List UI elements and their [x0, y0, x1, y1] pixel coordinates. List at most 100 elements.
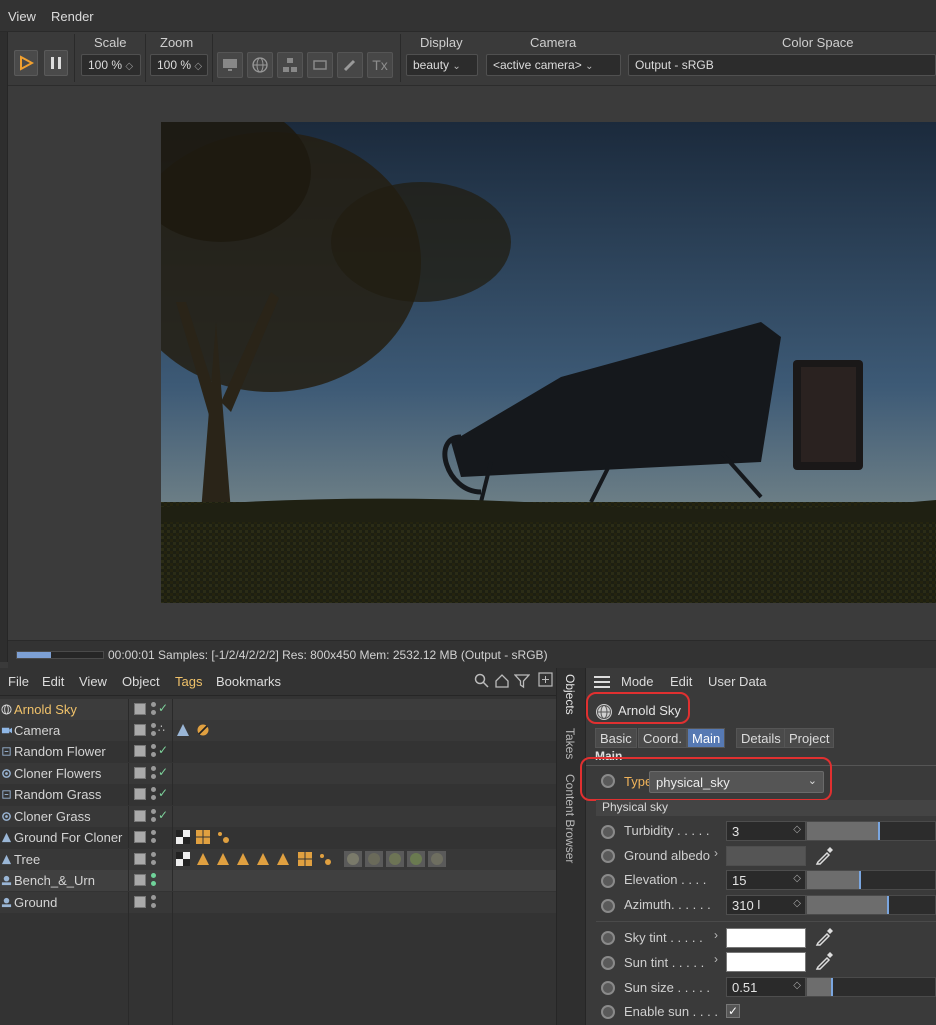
- selection-tag-icon[interactable]: [236, 852, 250, 866]
- home-icon[interactable]: [494, 673, 510, 689]
- turbidity-field[interactable]: 3 ◇: [726, 821, 806, 841]
- menu-view[interactable]: View: [8, 9, 36, 24]
- visibility-dots[interactable]: [151, 744, 157, 759]
- material-tag-icon[interactable]: [428, 851, 446, 867]
- table-row[interactable]: Ground For Cloner: [0, 827, 556, 848]
- selection-tag-icon[interactable]: [216, 852, 230, 866]
- tab-basic[interactable]: Basic: [595, 728, 637, 748]
- objmenu-view[interactable]: View: [79, 674, 107, 689]
- keyframe-radio[interactable]: [601, 931, 615, 945]
- colorspace-dropdown[interactable]: Output - sRGB: [628, 54, 936, 76]
- expand-arrow-icon[interactable]: ›: [714, 846, 718, 860]
- globe-icon[interactable]: [247, 52, 273, 78]
- tx-icon[interactable]: Tx: [367, 52, 393, 78]
- visibility-dots[interactable]: [151, 723, 157, 738]
- visibility-dots[interactable]: [151, 809, 157, 824]
- uvw-tag-icon[interactable]: [196, 830, 210, 844]
- keyframe-radio[interactable]: [601, 981, 615, 995]
- search-icon[interactable]: [474, 673, 490, 689]
- material-tag-icon[interactable]: [365, 851, 383, 867]
- azimuth-slider[interactable]: [806, 895, 936, 915]
- keyframe-radio[interactable]: [601, 874, 615, 888]
- table-row[interactable]: Camera ∴: [0, 720, 556, 741]
- play-button[interactable]: [14, 50, 38, 76]
- hamburger-icon[interactable]: [594, 675, 610, 689]
- table-row[interactable]: Random Grass ✓: [0, 784, 556, 805]
- elevation-slider[interactable]: [806, 870, 936, 890]
- layer-icon[interactable]: [134, 896, 146, 908]
- layer-icon[interactable]: [134, 788, 146, 800]
- visibility-dots[interactable]: [151, 787, 157, 802]
- keyframe-radio[interactable]: [601, 849, 615, 863]
- arnold-tag-icon[interactable]: [176, 723, 190, 737]
- visibility-dots[interactable]: [151, 895, 157, 910]
- visibility-dots[interactable]: [151, 830, 157, 845]
- objmenu-bookmarks[interactable]: Bookmarks: [216, 674, 281, 689]
- expand-arrow-icon[interactable]: ›: [714, 952, 718, 966]
- enabled-check-icon[interactable]: ✓: [158, 765, 168, 779]
- checker-material-tag-icon[interactable]: [176, 830, 190, 844]
- picker-icon[interactable]: [337, 52, 363, 78]
- sun-size-field[interactable]: 0.51 ◇: [726, 977, 806, 997]
- tab-main[interactable]: Main: [687, 728, 726, 748]
- selection-tag-icon[interactable]: [196, 852, 210, 866]
- selection-tag-icon[interactable]: [276, 852, 290, 866]
- layer-icon[interactable]: [134, 810, 146, 822]
- visibility-dots[interactable]: [151, 702, 157, 717]
- hierarchy-icon[interactable]: [277, 52, 303, 78]
- enabled-check-icon[interactable]: ✓: [158, 808, 168, 822]
- material-tag-icon[interactable]: [407, 851, 425, 867]
- selection-tag-icon[interactable]: [318, 852, 332, 866]
- monitor-icon[interactable]: [217, 52, 243, 78]
- layer-icon[interactable]: [134, 767, 146, 779]
- table-row[interactable]: Ground: [0, 892, 556, 913]
- enable-sun-checkbox[interactable]: ✓: [726, 1004, 740, 1018]
- azimuth-field[interactable]: 310 I ◇: [726, 895, 806, 915]
- eyedropper-icon[interactable]: [814, 951, 834, 971]
- keyframe-radio[interactable]: [601, 899, 615, 913]
- table-row[interactable]: Tree: [0, 849, 556, 870]
- attr-menu-edit[interactable]: Edit: [670, 674, 692, 689]
- keyframe-radio[interactable]: [601, 1005, 615, 1019]
- material-tag-icon[interactable]: [386, 851, 404, 867]
- eyedropper-icon[interactable]: [814, 846, 834, 866]
- enabled-check-icon[interactable]: ✓: [158, 743, 168, 757]
- zoom-field[interactable]: 100 % ◇: [150, 54, 208, 76]
- tab-details[interactable]: Details: [736, 728, 786, 748]
- add-icon[interactable]: [538, 672, 554, 688]
- sun-tint-color[interactable]: [726, 952, 806, 972]
- objmenu-object[interactable]: Object: [122, 674, 160, 689]
- checker-material-tag-icon[interactable]: [176, 852, 190, 866]
- attr-menu-mode[interactable]: Mode: [621, 674, 654, 689]
- enabled-check-icon[interactable]: ✓: [158, 701, 168, 715]
- tab-coord[interactable]: Coord.: [638, 728, 688, 748]
- uvw-tag-icon[interactable]: [298, 852, 312, 866]
- keyframe-radio[interactable]: [601, 956, 615, 970]
- table-row[interactable]: Bench_&_Urn: [0, 870, 556, 891]
- target-tag-icon[interactable]: ∴: [158, 722, 165, 735]
- tab-takes[interactable]: Takes: [563, 728, 577, 759]
- table-row[interactable]: Random Flower ✓: [0, 741, 556, 762]
- sun-size-slider[interactable]: [806, 977, 936, 997]
- scale-field[interactable]: 100 % ◇: [81, 54, 141, 76]
- visibility-dots[interactable]: [151, 766, 157, 781]
- elevation-field[interactable]: 15 ◇: [726, 870, 806, 890]
- tab-objects[interactable]: Objects: [563, 674, 577, 715]
- layer-icon[interactable]: [134, 853, 146, 865]
- expand-arrow-icon[interactable]: ›: [714, 928, 718, 942]
- turbidity-slider[interactable]: [806, 821, 936, 841]
- layer-icon[interactable]: [134, 703, 146, 715]
- sky-tint-color[interactable]: [726, 928, 806, 948]
- visibility-dots[interactable]: [151, 852, 157, 867]
- selection-tag-icon[interactable]: [256, 852, 270, 866]
- keyframe-radio[interactable]: [601, 825, 615, 839]
- layer-icon[interactable]: [134, 874, 146, 886]
- enabled-check-icon[interactable]: ✓: [158, 786, 168, 800]
- table-row[interactable]: Cloner Flowers ✓: [0, 763, 556, 784]
- layer-icon[interactable]: [134, 831, 146, 843]
- filter-icon[interactable]: [514, 673, 530, 689]
- attr-menu-user-data[interactable]: User Data: [708, 674, 767, 689]
- eyedropper-icon[interactable]: [814, 927, 834, 947]
- material-tag-icon[interactable]: [344, 851, 362, 867]
- region-icon[interactable]: [307, 52, 333, 78]
